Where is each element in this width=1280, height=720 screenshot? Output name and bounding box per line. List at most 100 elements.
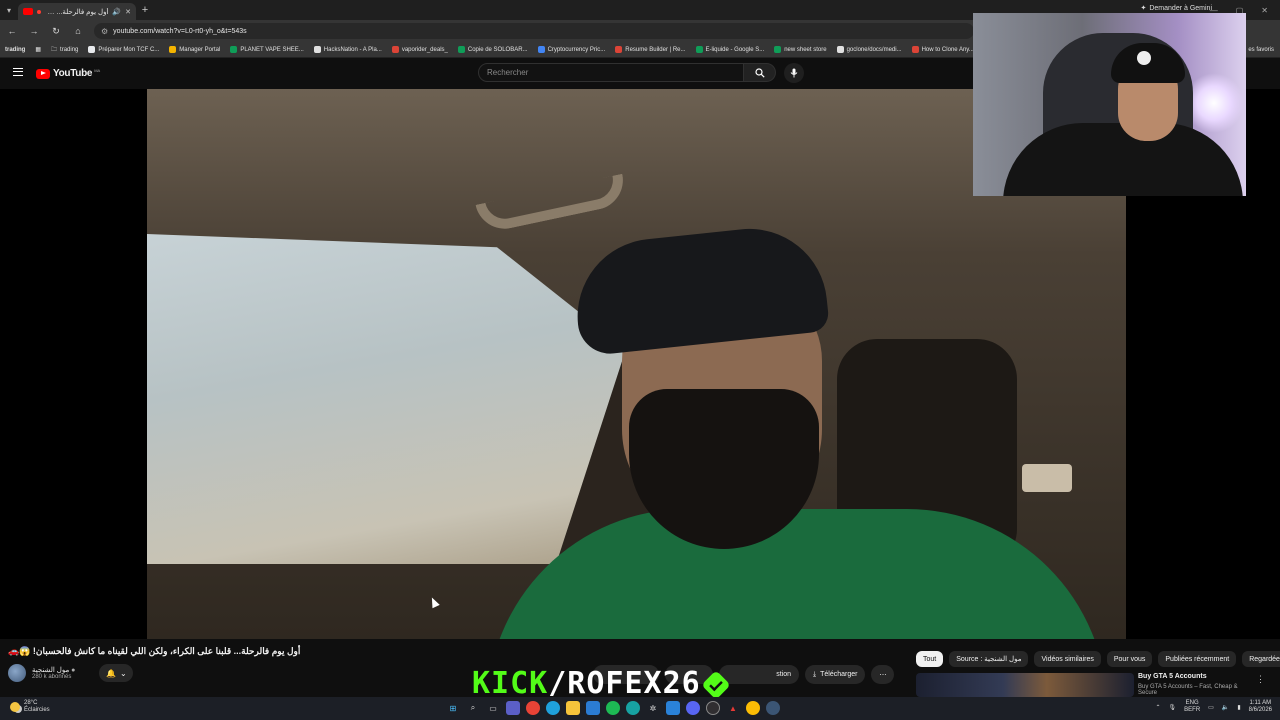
chip-watched[interactable]: Regardées	[1242, 651, 1280, 667]
tray-overflow-icon[interactable]: ⌃	[1156, 704, 1161, 711]
reload-icon[interactable]: ↻	[50, 26, 62, 37]
recommendation-menu-icon[interactable]: ⋮	[1256, 674, 1265, 685]
bookmark-favicon-icon	[230, 46, 238, 53]
tray-mic-icon[interactable]: 🎙	[1169, 704, 1177, 711]
settings-icon[interactable]: ✲	[646, 701, 660, 715]
file-explorer-icon[interactable]	[566, 701, 580, 715]
bookmark-item[interactable]: goclone/docs/medi...	[836, 46, 902, 53]
car-grab-handle-image	[475, 173, 629, 235]
bookmark-item[interactable]: Cryptocurrency Pric...	[537, 46, 605, 53]
vscode-icon[interactable]	[666, 701, 680, 715]
network-icon[interactable]: ▭	[1208, 704, 1214, 711]
subscriber-count: 280 k abonnés	[32, 674, 72, 680]
voice-search-button[interactable]	[784, 63, 804, 83]
bookmark-item[interactable]: new sheet store	[774, 46, 827, 53]
chrome-profile-icon[interactable]	[746, 701, 760, 715]
cap-logo-icon	[1137, 51, 1151, 65]
recommendation-subtitle: Buy GTA 5 Accounts – Fast, Cheap & Secur…	[1138, 684, 1238, 696]
edge-icon[interactable]	[546, 701, 560, 715]
site-info-icon[interactable]: ⚙	[101, 27, 108, 36]
bookmark-favicon-icon	[774, 46, 782, 53]
bookmark-favicon-icon	[391, 46, 399, 53]
chip-recent[interactable]: Publiées récemment	[1158, 651, 1237, 667]
youtube-play-icon	[36, 68, 50, 79]
obs-icon[interactable]	[706, 701, 720, 715]
menu-icon[interactable]	[13, 68, 23, 76]
video-title: أول يوم فالرحلة... قلبنا على الكراء، ولك…	[8, 646, 301, 656]
bookmark-folder-trading[interactable]: 🗀 trading	[51, 45, 78, 55]
tab-close-icon[interactable]: ✕	[125, 8, 131, 16]
bookmark-favicon-icon	[457, 46, 465, 53]
task-view-icon[interactable]: ▭	[486, 701, 500, 715]
bookmark-item[interactable]: Resume Builder | Re...	[615, 46, 686, 53]
channel-info: مول الشنجية ● 280 k abonnés	[32, 666, 75, 680]
ask-button[interactable]: stion	[719, 665, 799, 684]
temperature: 28°C	[24, 700, 38, 706]
clock[interactable]: 1:11 AM 8/6/2026	[1249, 700, 1272, 714]
taskbar-apps: ⊞ ⌕ ▭ ✲ ▲	[446, 701, 780, 715]
recommendation-thumbnail[interactable]	[916, 673, 1134, 697]
chip-for-you[interactable]: Pour vous	[1106, 651, 1153, 667]
chip-source[interactable]: Source : مول الشنجية	[949, 651, 1029, 667]
bookmark-item[interactable]: How to Clone Any...	[911, 46, 974, 53]
bookmark-item[interactable]: HacksNation - A Pla...	[313, 46, 382, 53]
home-icon[interactable]: ⌂	[72, 26, 84, 36]
steam-icon[interactable]	[766, 701, 780, 715]
youtube-logo[interactable]: YouTube MA	[36, 68, 100, 79]
teams-icon[interactable]	[506, 701, 520, 715]
new-tab-button[interactable]: +	[136, 4, 154, 16]
url-text: youtube.com/watch?v=L0-rt0-yh_o&t=543s	[113, 27, 247, 35]
bookmark-trading-tag[interactable]: trading	[5, 47, 25, 53]
app-red-icon[interactable]: ▲	[726, 701, 740, 715]
system-tray: ⌃ 🎙 ENG BEFR ▭ 🔈 ▮ 1:11 AM 8/6/2026	[1156, 700, 1273, 714]
battery-icon[interactable]: ▮	[1237, 704, 1240, 711]
app-icon[interactable]	[626, 701, 640, 715]
forward-icon[interactable]: →	[28, 26, 40, 36]
tab-search-icon[interactable]: ▾	[0, 0, 18, 20]
weather-text: 28°C Éclaircies	[24, 700, 50, 714]
search-input[interactable]: Rechercher	[478, 63, 744, 82]
mail-icon[interactable]	[586, 701, 600, 715]
chip-all[interactable]: Tout	[916, 651, 944, 667]
search-button[interactable]	[744, 63, 776, 82]
spotify-icon[interactable]	[606, 701, 620, 715]
kick-handle: /ROFEX26	[548, 666, 701, 701]
bookmark-item[interactable]: E-liquide - Google S...	[695, 46, 764, 53]
chrome-icon[interactable]	[526, 701, 540, 715]
weather-widget[interactable]: 28°C Éclaircies	[10, 700, 50, 714]
all-bookmarks-link[interactable]: es favoris	[1248, 47, 1274, 53]
folder-icon: 🗀	[51, 46, 58, 53]
close-window-icon[interactable]: ✕	[1261, 6, 1268, 15]
recording-dot-icon	[37, 9, 41, 14]
chip-similar[interactable]: Vidéos similaires	[1034, 651, 1101, 667]
windows-start-icon[interactable]: ⊞	[446, 701, 460, 715]
bookmark-item[interactable]: Copie de SOLOBAR...	[457, 46, 528, 53]
download-icon: ⤓	[813, 670, 817, 678]
kick-word: KICK	[472, 666, 549, 701]
bookmark-item[interactable]: vaporider_deals_	[391, 46, 448, 53]
gemini-icon: ✦	[1140, 5, 1147, 12]
discord-icon[interactable]	[686, 701, 700, 715]
language-indicator[interactable]: ENG BEFR	[1184, 700, 1200, 714]
gemini-button[interactable]: ✦ Demander à Gemini	[1140, 4, 1212, 13]
channel-avatar[interactable]	[8, 664, 26, 682]
recommendation-title[interactable]: Buy GTA 5 Accounts	[1138, 673, 1207, 680]
download-button[interactable]: ⤓ Télécharger	[805, 665, 866, 684]
apps-grid-icon[interactable]: ▦	[35, 46, 41, 53]
channel-name[interactable]: مول الشنجية ●	[32, 666, 75, 674]
audio-playing-icon[interactable]: 🔊	[112, 8, 121, 16]
region-code: MA	[94, 68, 101, 73]
bookmark-item[interactable]: PLANET VAPE SHEE...	[230, 46, 304, 53]
bookmark-item[interactable]: Manager Portal	[169, 46, 220, 53]
bookmark-favicon-icon	[695, 46, 703, 53]
url-field[interactable]: ⚙ youtube.com/watch?v=L0-rt0-yh_o&t=543s	[94, 23, 974, 39]
taskbar-search-icon[interactable]: ⌕	[466, 701, 480, 715]
bookmark-item[interactable]: Préparer Mon TCF C...	[88, 46, 159, 53]
tab-youtube[interactable]: أول يوم فالرحلة... قلنا (68) 🔊 ✕	[18, 3, 136, 20]
volume-icon[interactable]: 🔈	[1222, 704, 1229, 711]
back-icon[interactable]: ←	[6, 26, 18, 36]
bookmark-favicon-icon	[615, 46, 623, 53]
screen: ▾ أول يوم فالرحلة... قلنا (68) 🔊 ✕ + ✦ D…	[0, 0, 1280, 720]
more-actions-button[interactable]: ⋯	[871, 665, 895, 684]
notifications-bell-button[interactable]: 🔔 ⌄	[99, 664, 134, 682]
